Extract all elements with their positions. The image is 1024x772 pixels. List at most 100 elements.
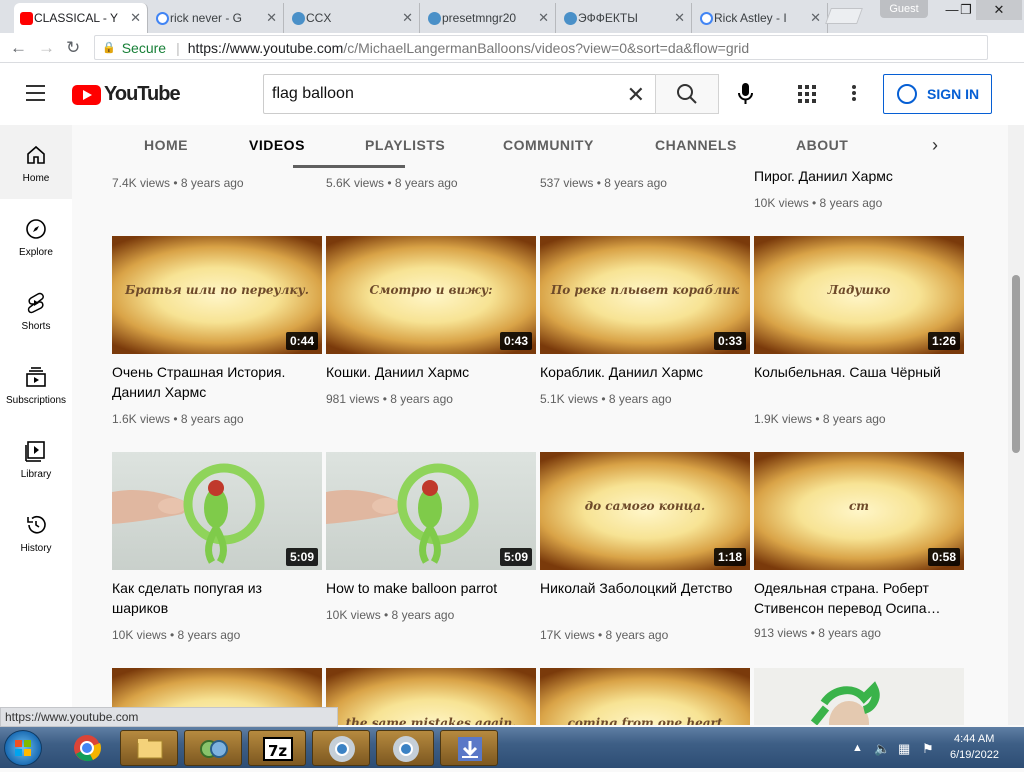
- tab-about[interactable]: ABOUT: [796, 137, 848, 153]
- video-thumbnail[interactable]: the same mistakes again.: [326, 668, 536, 725]
- sidebar-item-explore[interactable]: Explore: [0, 199, 72, 273]
- taskbar-chrome-canary[interactable]: [312, 730, 370, 766]
- video-thumbnail[interactable]: [754, 668, 964, 725]
- duration-badge: 0:44: [285, 332, 318, 350]
- download-app-icon: [458, 737, 482, 761]
- video-meta: 981 views • 8 years ago: [326, 392, 453, 406]
- sidebar-item-home[interactable]: Home: [0, 125, 72, 199]
- clear-icon[interactable]: ✕: [627, 82, 645, 108]
- tab-rick-never[interactable]: rick never - G ✕: [150, 3, 284, 33]
- windows-logo-icon: [15, 740, 31, 756]
- video-thumbnail[interactable]: По реке плывет кораблик 0:33: [540, 236, 750, 354]
- close-icon[interactable]: ✕: [810, 10, 821, 26]
- action-center-icon[interactable]: ⚑: [922, 741, 934, 757]
- close-icon[interactable]: ✕: [402, 10, 413, 26]
- tab-playlists[interactable]: PLAYLISTS: [365, 137, 445, 153]
- window-close-icon[interactable]: ✕: [976, 0, 1022, 20]
- selected-tab-indicator: [293, 165, 405, 168]
- apps-grid-icon[interactable]: [798, 85, 816, 103]
- video-title[interactable]: Колыбельная. Саша Чёрный: [754, 362, 960, 382]
- tab-rick-astley[interactable]: Rick Astley - I ✕: [694, 3, 828, 33]
- sidebar-item-history[interactable]: History: [0, 495, 72, 569]
- video-meta: 10K views • 8 years ago: [326, 608, 455, 622]
- sign-in-button[interactable]: SIGN IN: [883, 74, 992, 114]
- video-thumbnail[interactable]: Смотрю и вижу: 0:43: [326, 236, 536, 354]
- tab-channels[interactable]: CHANNELS: [655, 137, 737, 153]
- url-host: https://www.youtube.com: [187, 39, 344, 56]
- video-title[interactable]: Как сделать попугая из шариков: [112, 578, 318, 618]
- restore-icon[interactable]: ❐: [954, 0, 978, 20]
- video-title[interactable]: Кошки. Даниил Хармс: [326, 362, 532, 382]
- close-icon[interactable]: ✕: [266, 10, 277, 26]
- chevron-right-icon[interactable]: ›: [932, 135, 938, 156]
- close-icon[interactable]: ✕: [130, 10, 141, 26]
- file-explorer-icon: [137, 739, 163, 759]
- tab-classical[interactable]: CLASSICAL - Y ✕: [14, 3, 148, 33]
- account-icon: [897, 84, 917, 104]
- video-thumbnail[interactable]: coming from one heart: [540, 668, 750, 725]
- thumbnail-caption: Ладушко: [827, 283, 891, 297]
- taskbar-network-app[interactable]: [184, 730, 242, 766]
- tab-videos[interactable]: VIDEOS: [249, 137, 305, 153]
- video-thumbnail[interactable]: ст 0:58: [754, 452, 964, 570]
- sidebar-item-subscriptions[interactable]: Subscriptions: [0, 347, 72, 421]
- taskbar-chrome-2[interactable]: [376, 730, 434, 766]
- taskbar-download-app[interactable]: [440, 730, 498, 766]
- youtube-logo[interactable]: YouTube: [72, 83, 181, 106]
- clock-time[interactable]: 4:44 AM: [954, 733, 994, 745]
- search-button[interactable]: [655, 74, 719, 114]
- scrollbar-thumb[interactable]: [1012, 275, 1020, 453]
- thumbnail-caption: Братья шли по переулку.: [125, 283, 309, 297]
- video-title[interactable]: Одеяльная страна. Роберт Стивенсон перев…: [754, 578, 960, 618]
- video-thumbnail[interactable]: Ладушко 1:26: [754, 236, 964, 354]
- more-options-icon[interactable]: [852, 85, 858, 103]
- address-bar[interactable]: 🔒 Secure | https://www.youtube.com/c/Mic…: [94, 35, 988, 60]
- search-input[interactable]: flag balloon ✕: [263, 74, 656, 114]
- new-tab-button[interactable]: [825, 8, 863, 24]
- start-button[interactable]: [4, 730, 42, 766]
- sidebar-item-library[interactable]: Library: [0, 421, 72, 495]
- forward-arrow-icon[interactable]: →: [38, 38, 55, 58]
- video-meta: 5.1K views • 8 years ago: [540, 392, 672, 406]
- video-thumbnail[interactable]: 5:09: [112, 452, 322, 570]
- video-thumbnail[interactable]: до самого конца. 1:18: [540, 452, 750, 570]
- search-icon: [677, 84, 697, 104]
- tab-effects[interactable]: ЭФФЕКТЫ ✕: [558, 3, 692, 33]
- taskbar-7zip[interactable]: 7z: [248, 730, 306, 766]
- video-title[interactable]: Очень Страшная История. Даниил Хармс: [112, 362, 318, 402]
- video-title[interactable]: Кораблик. Даниил Хармс: [540, 362, 746, 382]
- thumbnail-caption: По реке плывет кораблик: [550, 283, 740, 297]
- duration-badge: 1:26: [927, 332, 960, 350]
- show-hidden-icons-icon[interactable]: ▲: [852, 742, 863, 754]
- close-icon[interactable]: ✕: [538, 10, 549, 26]
- thumbnail-caption: coming from one heart: [567, 716, 723, 725]
- video-thumbnail[interactable]: 5:09: [326, 452, 536, 570]
- video-title[interactable]: How to make balloon parrot: [326, 578, 532, 598]
- thumbnail-caption: ст: [848, 499, 869, 513]
- guest-profile-badge[interactable]: Guest: [880, 0, 928, 18]
- tab-home[interactable]: HOME: [144, 137, 188, 153]
- network-icon[interactable]: ▦: [898, 741, 910, 757]
- video-title[interactable]: Николай Заболоцкий Детство: [540, 578, 746, 598]
- video-meta: 7.4K views • 8 years ago: [112, 176, 244, 190]
- menu-icon[interactable]: [26, 85, 45, 101]
- taskbar-chrome[interactable]: [58, 730, 116, 766]
- microphone-icon[interactable]: [730, 82, 762, 106]
- sidebar-item-shorts[interactable]: Shorts: [0, 273, 72, 347]
- subscriptions-icon: [26, 367, 46, 387]
- close-icon[interactable]: ✕: [674, 10, 685, 26]
- page-scrollbar[interactable]: [1008, 125, 1024, 725]
- tab-presetmngr[interactable]: presetmngr20 ✕: [422, 3, 556, 33]
- volume-muted-icon[interactable]: 🔈: [874, 741, 890, 757]
- reload-icon[interactable]: ↻: [66, 38, 80, 58]
- tab-community[interactable]: COMMUNITY: [503, 137, 594, 153]
- video-title[interactable]: Пирог. Даниил Хармс: [754, 169, 960, 186]
- back-arrow-icon[interactable]: ←: [10, 38, 27, 58]
- video-thumbnail[interactable]: Братья шли по переулку. 0:44: [112, 236, 322, 354]
- network-app-icon: [200, 740, 228, 758]
- video-grid: 7.4K views • 8 years ago 5.6K views • 8 …: [72, 169, 1008, 725]
- clock-date[interactable]: 6/19/2022: [950, 749, 999, 761]
- tab-ccx[interactable]: CCX ✕: [286, 3, 420, 33]
- taskbar-file-explorer[interactable]: [120, 730, 178, 766]
- generic-site-icon: [292, 12, 305, 25]
